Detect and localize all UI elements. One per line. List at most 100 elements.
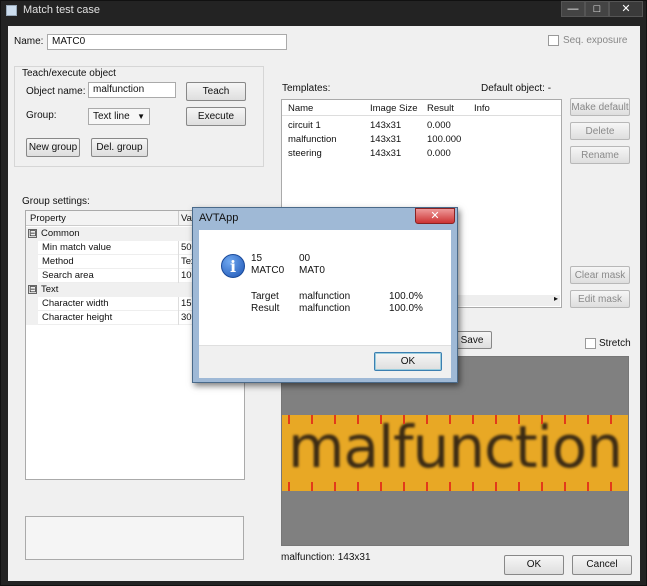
name-input[interactable]: MATC0 (47, 34, 287, 50)
templates-header: Name Image Size Result Info (282, 100, 561, 116)
ok-button[interactable]: OK (504, 555, 564, 575)
boundary-tick (449, 415, 451, 424)
dialog-ok-button[interactable]: OK (374, 352, 442, 371)
save-button[interactable]: Save (452, 331, 492, 349)
object-name-label: Object name: (26, 86, 86, 97)
stretch-checkbox[interactable] (585, 338, 596, 349)
row-gutter (26, 269, 38, 283)
template-result: 0.000 (427, 148, 451, 159)
boundary-tick (426, 482, 428, 491)
collapse-icon[interactable]: ⊟ (28, 285, 37, 294)
boundary-tick (311, 482, 313, 491)
object-name-input[interactable]: malfunction (88, 82, 176, 98)
template-preview: malfunction (281, 356, 629, 546)
row-gutter (26, 255, 38, 269)
template-name: steering (288, 148, 322, 159)
close-button[interactable]: ✕ (609, 1, 643, 17)
boundary-tick (357, 482, 359, 491)
boundary-tick (495, 415, 497, 424)
seq-exposure-checkbox[interactable] (548, 35, 559, 46)
group-select[interactable]: Text line ▼ (88, 108, 150, 125)
dialog-footer: OK (199, 345, 451, 378)
clear-mask-button[interactable]: Clear mask (570, 266, 630, 284)
property-name: Method (42, 256, 74, 267)
property-name: Min match value (42, 242, 112, 253)
edit-mask-button[interactable]: Edit mask (570, 290, 630, 308)
new-group-button[interactable]: New group (26, 138, 80, 157)
column-info: Info (474, 103, 490, 114)
teach-group-title: Teach/execute object (22, 68, 116, 79)
teach-button[interactable]: Teach (186, 82, 246, 101)
dialog-line1-b: 00 (299, 253, 311, 264)
boundary-tick (564, 482, 566, 491)
boundary-tick (541, 482, 543, 491)
property-value[interactable]: 10 (181, 269, 192, 283)
template-row[interactable]: circuit 1 143x31 0.000 (282, 119, 561, 133)
message-dialog: AVTApp ✕ i 15 00 MATC0 MAT0 Target malfu… (192, 207, 458, 383)
boundary-tick (426, 415, 428, 424)
preview-caption: malfunction: 143x31 (281, 552, 371, 563)
collapse-icon[interactable]: ⊟ (28, 229, 37, 238)
main-window: Match test case — □ ✕ Name: MATC0 Seq. e… (0, 0, 647, 586)
make-default-button[interactable]: Make default (570, 98, 630, 116)
template-row[interactable]: steering 143x31 0.000 (282, 147, 561, 161)
description-box (25, 516, 244, 560)
category-label: Text (41, 284, 59, 295)
del-group-button[interactable]: Del. group (91, 138, 148, 157)
delete-button[interactable]: Delete (570, 122, 630, 140)
boundary-tick (311, 415, 313, 424)
property-value[interactable]: 15 (181, 297, 192, 311)
stretch-label: Stretch (599, 338, 631, 349)
result-label: Result (251, 303, 280, 314)
template-row[interactable]: malfunction 143x31 100.000 (282, 133, 561, 147)
boundary-tick (403, 482, 405, 491)
group-select-value: Text line (93, 111, 130, 122)
dialog-body: i 15 00 MATC0 MAT0 Target malfunction 10… (199, 230, 451, 345)
row-gutter (26, 241, 38, 255)
maximize-button[interactable]: □ (585, 1, 609, 17)
property-name: Character width (42, 298, 109, 309)
title-bar: Match test case — □ ✕ (1, 1, 646, 20)
minimize-button[interactable]: — (561, 1, 585, 17)
templates-title: Templates: (282, 83, 331, 94)
boundary-tick (587, 415, 589, 424)
column-divider (178, 211, 179, 225)
boundary-tick (472, 482, 474, 491)
window-title: Match test case (23, 4, 101, 16)
boundary-tick (403, 415, 405, 424)
cancel-button[interactable]: Cancel (572, 555, 632, 575)
template-name: circuit 1 (288, 120, 321, 131)
dialog-line1-a: 15 (251, 253, 263, 264)
result-percent: 100.0% (389, 303, 423, 314)
boundary-tick (587, 482, 589, 491)
boundary-tick (334, 415, 336, 424)
target-label: Target (251, 291, 279, 302)
boundary-tick (472, 415, 474, 424)
property-value[interactable]: 50 (181, 241, 192, 255)
template-size: 143x31 (370, 120, 402, 131)
row-gutter (26, 297, 38, 311)
app-icon (6, 5, 17, 16)
category-label: Common (41, 228, 80, 239)
target-percent: 100.0% (389, 291, 423, 302)
boundary-tick (564, 415, 566, 424)
scroll-right-icon[interactable]: ▸ (554, 294, 558, 303)
column-name: Name (288, 103, 314, 114)
rename-button[interactable]: Rename (570, 146, 630, 164)
name-label: Name: (14, 36, 44, 47)
info-icon: i (221, 254, 245, 278)
boundary-tick (495, 482, 497, 491)
dialog-title: AVTApp (199, 212, 239, 224)
row-gutter (26, 311, 38, 325)
column-result: Result (427, 103, 454, 114)
column-property: Property (30, 213, 66, 224)
property-value[interactable]: 30 (181, 311, 192, 325)
seq-exposure-label: Seq. exposure (563, 35, 628, 46)
group-label: Group: (26, 110, 57, 121)
column-divider (178, 297, 179, 311)
dialog-line2-a: MATC0 (251, 265, 285, 276)
execute-button[interactable]: Execute (186, 107, 246, 126)
dialog-close-button[interactable]: ✕ (415, 208, 455, 224)
template-name: malfunction (288, 134, 337, 145)
template-size: 143x31 (370, 134, 402, 145)
